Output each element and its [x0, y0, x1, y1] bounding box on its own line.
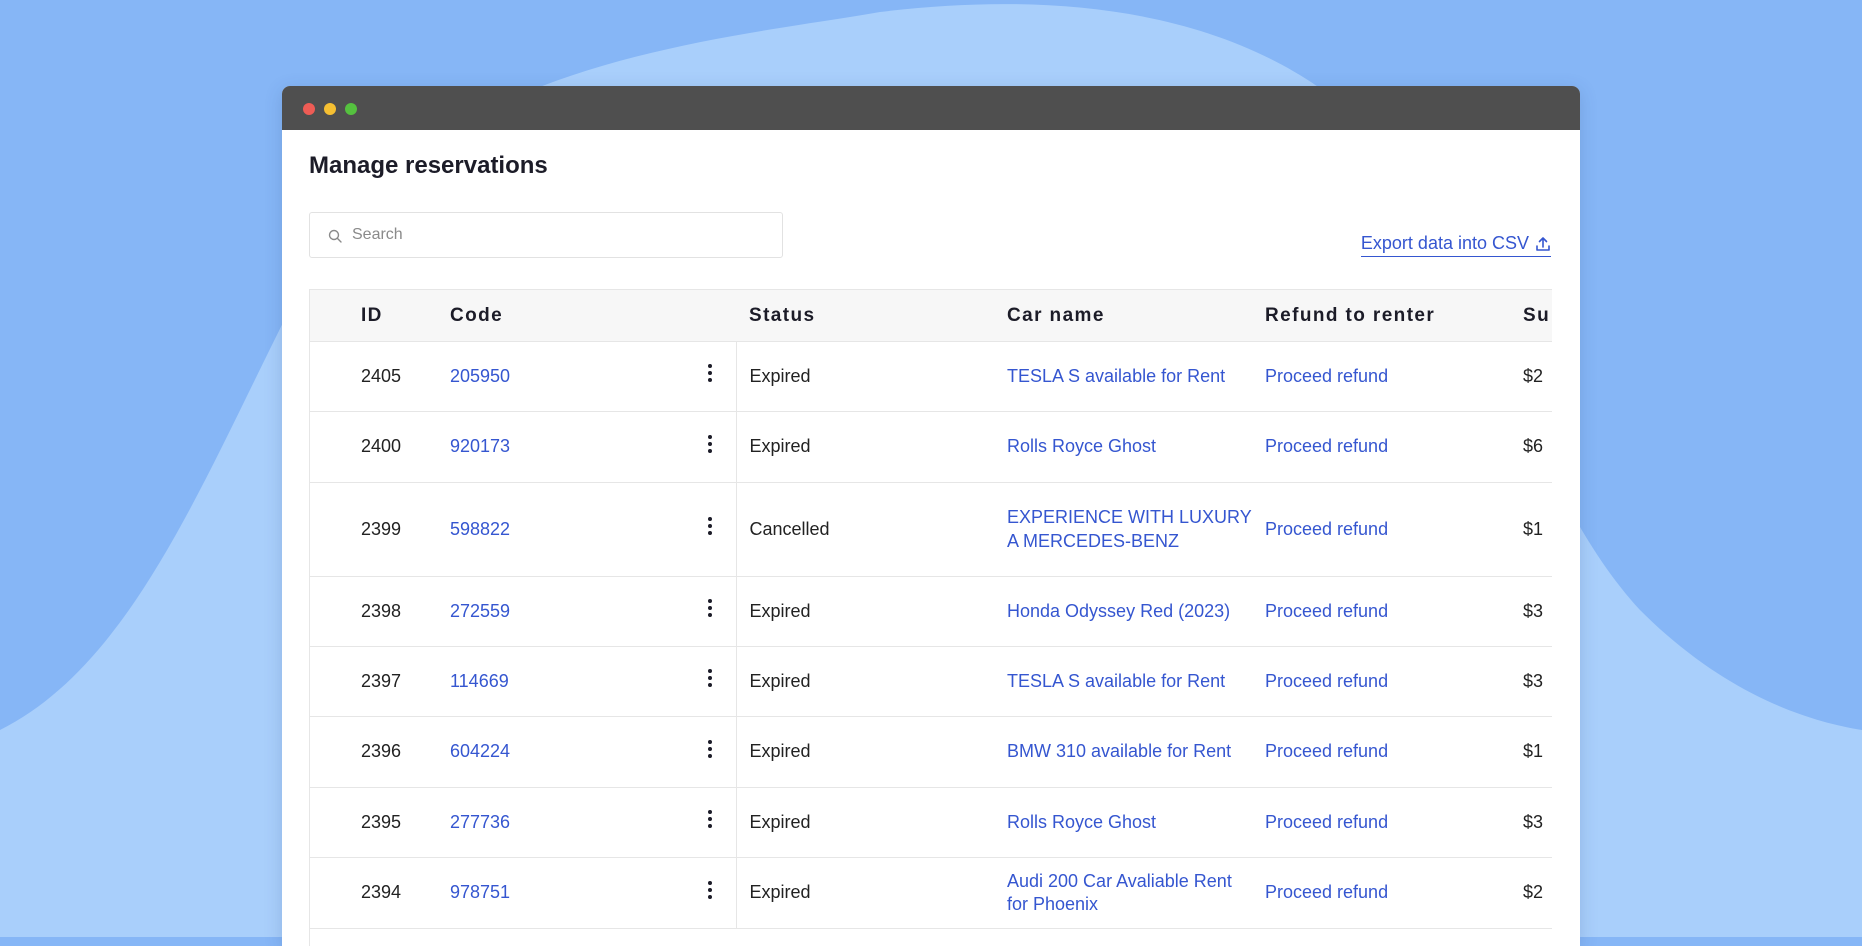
table-row: 2395 277736 Expired Rolls Royce Ghost Procee… — [310, 787, 1552, 858]
reservation-id: 2396 — [361, 741, 402, 762]
subtotal-value: $1 — [1523, 518, 1544, 539]
minimize-window-button[interactable] — [324, 103, 336, 115]
reservation-code-link[interactable]: 114669 — [450, 671, 509, 691]
proceed-refund-link[interactable]: Proceed refund — [1265, 366, 1388, 386]
search-icon — [328, 229, 342, 243]
reservations-table-wrapper: ID Code Status Car name Refund to renter… — [309, 289, 1552, 946]
reservation-id: 2395 — [361, 811, 402, 832]
proceed-refund-link[interactable]: Proceed refund — [1265, 671, 1388, 691]
reservation-status: Expired — [749, 882, 811, 903]
more-options-icon[interactable] — [707, 362, 713, 384]
reservation-status: Expired — [749, 670, 811, 691]
subtotal-value: $1 — [1523, 741, 1544, 762]
table-row: 2396 604224 Expired BMW 310 available for R… — [310, 716, 1552, 788]
app-window: Manage reservations Export data into CSV — [282, 86, 1580, 946]
reservation-code-link[interactable]: 277736 — [450, 812, 510, 832]
reservation-status: Expired — [749, 436, 811, 457]
subtotal-value: $6 — [1523, 436, 1544, 457]
more-options-icon[interactable] — [707, 433, 713, 455]
reservation-code-link[interactable]: 598822 — [450, 519, 510, 539]
reservation-code-link[interactable]: 205950 — [450, 366, 510, 386]
more-options-icon[interactable] — [707, 808, 713, 830]
reservation-code-link[interactable]: 604224 — [450, 741, 510, 761]
table-row: 2399 598822 Cancelled EXPERIENCE WITH LUXUR… — [310, 482, 1552, 577]
reservation-id: 2405 — [361, 365, 402, 386]
window-titlebar — [282, 86, 1580, 130]
column-header-actions — [684, 290, 736, 342]
table-row: 2400 920173 Expired Rolls Royce Ghost Procee… — [310, 411, 1552, 483]
search-box — [309, 212, 783, 258]
reservation-id: 2397 — [361, 670, 402, 691]
page-title: Manage reservations — [309, 152, 548, 179]
reservation-id: 2398 — [361, 600, 402, 621]
reservations-table: ID Code Status Car name Refund to renter… — [310, 290, 1552, 929]
more-options-icon[interactable] — [707, 515, 713, 537]
column-header-code[interactable]: Code — [450, 290, 684, 342]
reservation-status: Expired — [749, 811, 811, 832]
subtotal-value: $3 — [1523, 600, 1544, 621]
reservation-status: Expired — [749, 365, 811, 386]
column-header-subtotal[interactable]: Su — [1523, 290, 1552, 342]
car-name-link[interactable]: Rolls Royce Ghost — [1007, 436, 1156, 456]
more-options-icon[interactable] — [707, 738, 713, 760]
car-name-link[interactable]: TESLA S available for Rent — [1007, 671, 1225, 691]
car-name-link[interactable]: BMW 310 available for Rent — [1007, 741, 1231, 761]
proceed-refund-link[interactable]: Proceed refund — [1265, 436, 1388, 456]
table-header-row: ID Code Status Car name Refund to renter… — [310, 290, 1552, 342]
reservation-status: Expired — [749, 741, 811, 762]
car-name-link[interactable]: Rolls Royce Ghost — [1007, 812, 1156, 832]
car-name-link[interactable]: Honda Odyssey Red (2023) — [1007, 601, 1230, 621]
table-row: 2405 205950 Expired TESLA S available for R… — [310, 341, 1552, 412]
proceed-refund-link[interactable]: Proceed refund — [1265, 519, 1388, 539]
reservation-id: 2399 — [361, 518, 402, 539]
car-name-link[interactable]: TESLA S available for Rent — [1007, 366, 1225, 386]
proceed-refund-link[interactable]: Proceed refund — [1265, 601, 1388, 621]
upload-icon — [1536, 236, 1550, 251]
proceed-refund-link[interactable]: Proceed refund — [1265, 882, 1388, 902]
reservation-status: Cancelled — [749, 518, 830, 539]
subtotal-value: $3 — [1523, 811, 1544, 832]
close-window-button[interactable] — [303, 103, 315, 115]
subtotal-value: $2 — [1523, 882, 1544, 903]
car-name-link[interactable]: EXPERIENCE WITH LUXURY A MERCEDES-BENZ — [1007, 507, 1251, 551]
table-row: 2397 114669 Expired TESLA S available for R… — [310, 646, 1552, 717]
table-row: 2394 978751 Expired Audi 200 Car Avaliable … — [310, 857, 1552, 929]
export-csv-link[interactable]: Export data into CSV — [1360, 233, 1551, 257]
more-options-icon[interactable] — [707, 879, 713, 901]
subtotal-value: $2 — [1523, 365, 1544, 386]
reservation-id: 2400 — [361, 436, 402, 457]
reservation-code-link[interactable]: 978751 — [450, 882, 510, 902]
search-input[interactable] — [352, 213, 772, 257]
subtotal-value: $3 — [1523, 670, 1544, 691]
table-row: 2398 272559 Expired Honda Odyssey Red (2023… — [310, 576, 1552, 647]
reservation-status: Expired — [749, 600, 811, 621]
column-header-status[interactable]: Status — [736, 290, 1007, 342]
reservation-code-link[interactable]: 920173 — [450, 436, 510, 456]
car-name-link[interactable]: Audi 200 Car Avaliable Rent for Phoenix — [1007, 871, 1232, 915]
proceed-refund-link[interactable]: Proceed refund — [1265, 812, 1388, 832]
proceed-refund-link[interactable]: Proceed refund — [1265, 741, 1388, 761]
column-header-refund[interactable]: Refund to renter — [1265, 290, 1523, 342]
column-header-id[interactable]: ID — [310, 290, 450, 342]
more-options-icon[interactable] — [707, 597, 713, 619]
reservation-id: 2394 — [361, 882, 402, 903]
reservation-code-link[interactable]: 272559 — [450, 601, 510, 621]
maximize-window-button[interactable] — [345, 103, 357, 115]
more-options-icon[interactable] — [707, 667, 713, 689]
column-header-car-name[interactable]: Car name — [1007, 290, 1265, 342]
export-csv-label: Export data into CSV — [1360, 233, 1529, 253]
